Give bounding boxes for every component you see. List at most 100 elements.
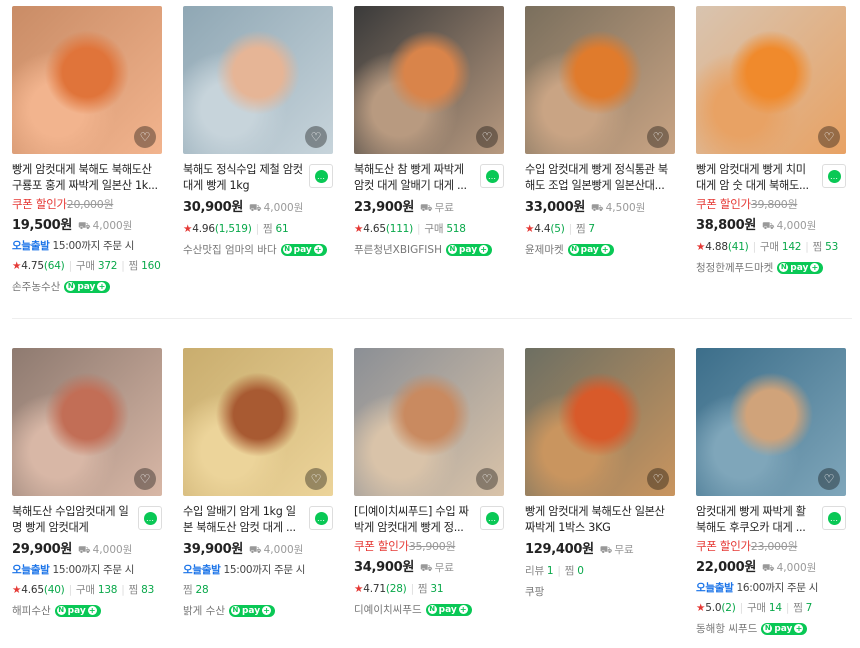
plus-icon: +: [97, 282, 107, 291]
today-shipping: 오늘출발 16:00까지 주문 시: [696, 580, 846, 595]
seller-name[interactable]: 디예이치씨푸드: [354, 602, 422, 617]
talktalk-icon[interactable]: …: [309, 164, 333, 188]
rating[interactable]: ★4.71(28): [354, 583, 407, 595]
product-image[interactable]: ♡: [525, 348, 675, 496]
seller[interactable]: 윤제마켓 Npay +: [525, 242, 675, 257]
seller-name[interactable]: 동해항 씨푸드: [696, 621, 757, 636]
seller-name[interactable]: 손주농수산: [12, 279, 60, 294]
heart-icon[interactable]: ♡: [134, 468, 156, 490]
heart-icon[interactable]: ♡: [305, 126, 327, 148]
product-image[interactable]: ♡: [183, 348, 333, 496]
seller[interactable]: 푸른청년XBIGFISH Npay +: [354, 242, 504, 257]
product-image[interactable]: ♡: [354, 6, 504, 154]
product-image[interactable]: ♡: [183, 6, 333, 154]
rating-value: 5.0: [705, 602, 722, 614]
heart-icon[interactable]: ♡: [476, 126, 498, 148]
seller[interactable]: 동해항 씨푸드 Npay +: [696, 621, 846, 636]
product-title[interactable]: 북해도산 수입암컷대게 일명 빵게 암컷대게: [12, 504, 134, 536]
seller[interactable]: 청정한께푸드마켓 Npay +: [696, 260, 846, 275]
price-row: 33,000원 ⛟ 4,500원: [525, 196, 675, 216]
npay-badge: Npay +: [280, 243, 327, 256]
zzim-label: 찜: [263, 223, 273, 235]
seller[interactable]: 해피수산 Npay +: [12, 603, 162, 618]
shipping-fee-value: 4,000원: [92, 544, 133, 556]
heart-icon[interactable]: ♡: [134, 126, 156, 148]
product-image[interactable]: ♡: [12, 6, 162, 154]
seller[interactable]: 쿠팡: [525, 584, 675, 599]
purchase-label: 구매: [759, 241, 779, 253]
product-image[interactable]: ♡: [354, 348, 504, 496]
seller[interactable]: 밝게 수산 Npay +: [183, 603, 333, 618]
rating[interactable]: ★4.65(111): [354, 223, 413, 235]
zzim-label: 찜: [812, 241, 823, 253]
product-image[interactable]: ♡: [696, 6, 846, 154]
product-title[interactable]: [디예이치씨푸드] 수입 짜박게 암컷대게 빵게 정...: [354, 504, 476, 536]
heart-icon[interactable]: ♡: [305, 468, 327, 490]
price-row: 34,900원 ⛟ 무료: [354, 556, 504, 576]
seller[interactable]: 손주농수산 Npay +: [12, 279, 162, 294]
rating[interactable]: ★4.4(5): [525, 223, 565, 235]
truck-icon: ⛟: [78, 545, 91, 556]
product-card[interactable]: ♡ 암컷대게 빵게 짜박게 활 북해도 후쿠오카 대게 ...… 쿠폰 할인가23,…: [696, 348, 846, 648]
seller-name[interactable]: 해피수산: [12, 603, 51, 618]
product-title[interactable]: 빵게 암컷대게 빵게 치미 대게 암 숫 대게 북해도...: [696, 162, 818, 194]
heart-icon[interactable]: ♡: [818, 468, 840, 490]
review-count: (28): [385, 583, 407, 595]
talktalk-icon[interactable]: …: [309, 506, 333, 530]
product-title[interactable]: 빵게 암컷대게 북해도산 일본산 짜박게 1박스 3KG: [525, 504, 675, 536]
talktalk-icon[interactable]: …: [822, 506, 846, 530]
product-card[interactable]: ♡ 북해도산 참 빵게 짜박게 암컷 대게 알배기 대게 ...… 23,900원 ⛟…: [354, 6, 504, 324]
seller-name[interactable]: 밝게 수산: [183, 603, 225, 618]
zzim-label: 찜: [417, 583, 428, 595]
title-row: 북해도산 참 빵게 짜박게 암컷 대게 알배기 대게 ...…: [354, 162, 504, 194]
product-card[interactable]: ♡ 북해도산 수입암컷대게 일명 빵게 암컷대게… 29,900원 ⛟ 4,000원 오늘…: [12, 348, 162, 648]
rating[interactable]: ★4.96(1,519): [183, 223, 252, 235]
title-row: 북해도산 수입암컷대게 일명 빵게 암컷대게…: [12, 504, 162, 536]
heart-icon[interactable]: ♡: [476, 468, 498, 490]
product-image[interactable]: ♡: [696, 348, 846, 496]
talktalk-icon[interactable]: …: [822, 164, 846, 188]
product-card[interactable]: ♡ 빵게 암컷대게 북해도산 일본산 짜박게 1박스 3KG 129,400원 ⛟ 무료…: [525, 348, 675, 648]
seller-name[interactable]: 청정한께푸드마켓: [696, 260, 773, 275]
seller[interactable]: 디예이치씨푸드 Npay +: [354, 602, 504, 617]
product-card[interactable]: ♡ 수입 암컷대게 빵게 정식통관 북해도 조업 일본빵게 일본산대... 33,0…: [525, 6, 675, 324]
product-card[interactable]: ♡ 빵게 암컷대게 빵게 치미 대게 암 숫 대게 북해도...… 쿠폰 할인가39…: [696, 6, 846, 324]
product-meta: ★4.75(64) | 구매 372 | 찜 160: [12, 258, 162, 273]
star-icon: ★: [696, 241, 706, 253]
rating-value: 4.4: [534, 223, 551, 235]
heart-icon[interactable]: ♡: [647, 126, 669, 148]
product-card[interactable]: ♡ 빵게 암컷대게 북해도 북해도산 구룡포 홍게 짜박게 일본산 1k... 쿠폰…: [12, 6, 162, 324]
heart-icon[interactable]: ♡: [818, 126, 840, 148]
today-shipping-badge: 오늘출발: [696, 582, 734, 594]
product-title[interactable]: 암컷대게 빵게 짜박게 활 북해도 후쿠오카 대게 ...: [696, 504, 818, 536]
product-title[interactable]: 빵게 암컷대게 북해도 북해도산 구룡포 홍게 짜박게 일본산 1k...: [12, 162, 162, 194]
product-card[interactable]: ♡ 수입 알배기 암게 1kg 일본 북해도산 암컷 대게 ...… 39,900원…: [183, 348, 333, 648]
product-image[interactable]: ♡: [12, 348, 162, 496]
shipping-fee: ⛟ 무료: [600, 542, 634, 558]
seller-name[interactable]: 수산맛집 엄마의 바다: [183, 242, 277, 257]
product-card[interactable]: ♡ 북해도 정식수입 제철 암컷대게 빵게 1kg… 30,900원 ⛟ 4,000원 ★…: [183, 6, 333, 324]
seller-name[interactable]: 쿠팡: [525, 584, 544, 599]
npay-badge: Npay +: [54, 604, 101, 617]
seller-name[interactable]: 윤제마켓: [525, 242, 564, 257]
rating[interactable]: ★4.65(40): [12, 584, 65, 596]
product-meta: 리뷰 1 | 찜 0: [525, 563, 675, 578]
rating[interactable]: ★5.0(2): [696, 602, 736, 614]
talktalk-icon[interactable]: …: [480, 164, 504, 188]
product-title[interactable]: 북해도산 참 빵게 짜박게 암컷 대게 알배기 대게 ...: [354, 162, 476, 194]
rating[interactable]: ★4.88(41): [696, 241, 749, 253]
rating-value: 4.88: [705, 241, 728, 253]
truck-icon: ⛟: [420, 563, 433, 574]
talktalk-icon[interactable]: …: [138, 506, 162, 530]
product-title[interactable]: 북해도 정식수입 제철 암컷대게 빵게 1kg: [183, 162, 305, 194]
product-card[interactable]: ♡ [디예이치씨푸드] 수입 짜박게 암컷대게 빵게 정...… 쿠폰 할인가35,…: [354, 348, 504, 648]
product-image[interactable]: ♡: [525, 6, 675, 154]
talktalk-icon[interactable]: …: [480, 506, 504, 530]
price-row: 23,900원 ⛟ 무료: [354, 196, 504, 216]
product-title[interactable]: 수입 암컷대게 빵게 정식통관 북해도 조업 일본빵게 일본산대...: [525, 162, 675, 194]
seller-name[interactable]: 푸른청년XBIGFISH: [354, 242, 442, 257]
rating[interactable]: ★4.75(64): [12, 260, 65, 272]
product-title[interactable]: 수입 알배기 암게 1kg 일본 북해도산 암컷 대게 ...: [183, 504, 305, 536]
seller[interactable]: 수산맛집 엄마의 바다 Npay +: [183, 242, 333, 257]
heart-icon[interactable]: ♡: [647, 468, 669, 490]
